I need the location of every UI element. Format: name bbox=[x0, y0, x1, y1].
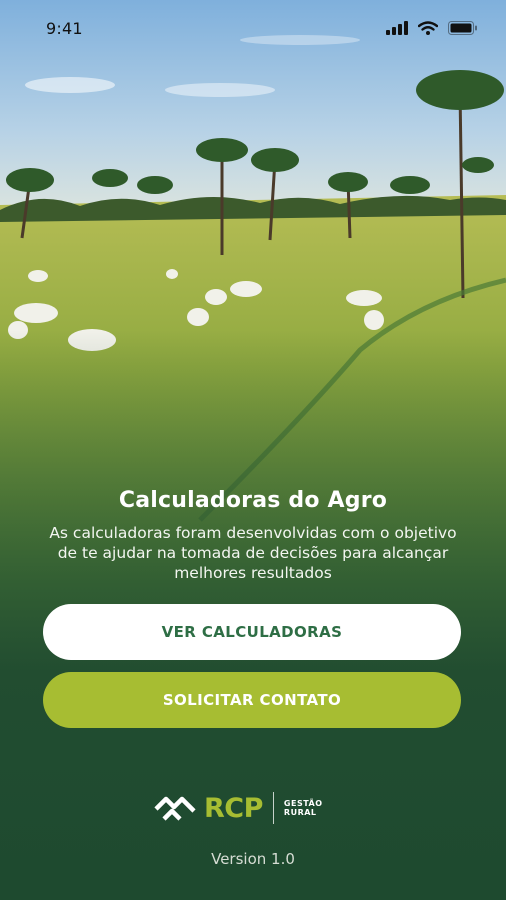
brand-logo: RCP GESTÃO RURAL bbox=[154, 790, 323, 826]
status-time: 9:41 bbox=[46, 18, 83, 38]
background-farm-scene bbox=[0, 0, 506, 900]
cellular-signal-icon bbox=[386, 21, 408, 35]
logo-divider bbox=[272, 792, 274, 824]
brand-tagline: GESTÃO RURAL bbox=[284, 799, 323, 817]
status-icons bbox=[386, 21, 478, 35]
brand-tagline-line2: RURAL bbox=[283, 808, 317, 817]
ver-calculadoras-button[interactable]: VER CALCULADORAS bbox=[43, 604, 461, 660]
version-label: Version 1.0 bbox=[211, 850, 295, 868]
solicitar-contato-button[interactable]: SOLICITAR CONTATO bbox=[43, 672, 461, 728]
wifi-icon bbox=[418, 21, 438, 35]
hero-section: Calculadoras do Agro As calculadoras for… bbox=[0, 488, 506, 583]
page-subtitle: As calculadoras foram desenvolvidas com … bbox=[49, 524, 457, 582]
battery-icon bbox=[448, 21, 477, 35]
page-title: Calculadoras do Agro bbox=[118, 488, 388, 513]
brand-tagline-line1: GESTÃO bbox=[283, 799, 323, 808]
status-bar: 9:41 bbox=[0, 0, 506, 56]
rcp-logo-mark-icon bbox=[154, 796, 196, 821]
brand-name: RCP bbox=[204, 792, 263, 824]
